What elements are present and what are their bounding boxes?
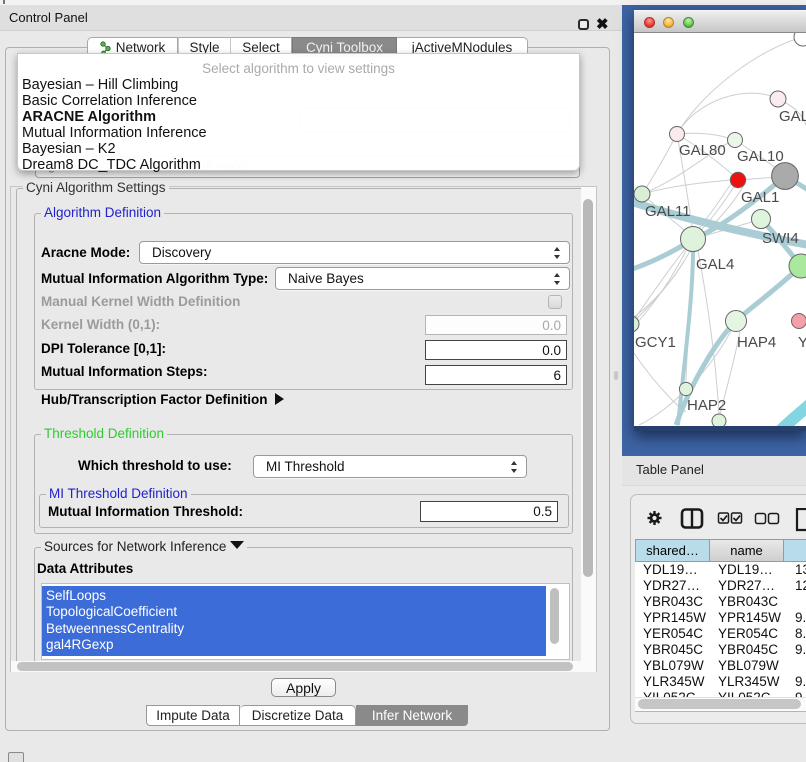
svg-text:GAL80: GAL80 [679, 142, 726, 159]
svg-text:Y: Y [798, 334, 806, 351]
svg-text:HAP4: HAP4 [737, 334, 776, 351]
svg-text:GAL1: GAL1 [741, 189, 779, 206]
svg-text:SWI4: SWI4 [762, 230, 799, 247]
svg-text:HAP2: HAP2 [687, 397, 726, 414]
svg-text:GAL: GAL [779, 108, 806, 125]
svg-text:GCY1: GCY1 [635, 334, 676, 351]
svg-text:GAL4: GAL4 [696, 256, 734, 273]
svg-text:GAL10: GAL10 [737, 148, 784, 165]
svg-text:GAL11: GAL11 [645, 203, 691, 220]
